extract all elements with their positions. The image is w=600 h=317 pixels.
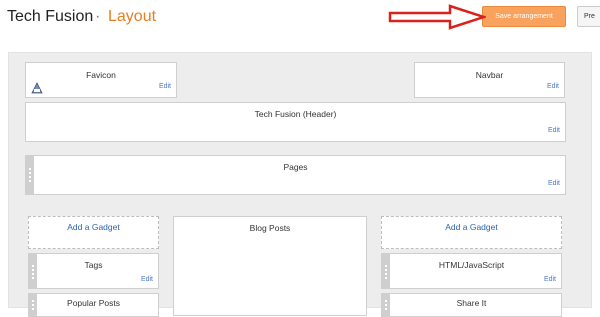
favicon-title: Favicon — [86, 70, 116, 80]
red-arrow-icon — [388, 4, 486, 30]
add-gadget-right-label: Add a Gadget — [445, 222, 498, 232]
share-it-widget[interactable]: Share It — [381, 293, 562, 317]
html-javascript-widget[interactable]: HTML/JavaScript Edit — [381, 253, 562, 289]
favicon-widget[interactable]: Favicon Edit — [25, 62, 177, 98]
header-edit-link[interactable]: Edit — [548, 127, 560, 134]
navbar-edit-link[interactable]: Edit — [547, 83, 559, 90]
popular-posts-title: Popular Posts — [67, 298, 120, 308]
navbar-widget[interactable]: Navbar Edit — [414, 62, 565, 98]
header-widget-title: Tech Fusion (Header) — [254, 109, 337, 119]
title-separator: · — [95, 8, 101, 25]
navbar-title: Navbar — [475, 70, 504, 80]
add-gadget-left-label: Add a Gadget — [67, 222, 120, 232]
pages-widget[interactable]: Pages Edit — [25, 155, 566, 195]
tags-edit-link[interactable]: Edit — [141, 276, 153, 283]
popular-posts-widget[interactable]: Popular Posts — [28, 293, 159, 317]
blog-posts-widget[interactable]: Blog Posts — [173, 216, 367, 316]
blog-posts-title: Blog Posts — [249, 223, 291, 233]
page-title: Layout — [108, 8, 157, 25]
tags-widget[interactable]: Tags Edit — [28, 253, 159, 289]
save-arrangement-button[interactable]: Save arrangement — [482, 6, 566, 27]
preview-button[interactable]: Pre — [577, 6, 600, 27]
html-javascript-title: HTML/JavaScript — [438, 260, 505, 270]
add-gadget-right[interactable]: Add a Gadget — [381, 216, 562, 249]
tags-widget-title: Tags — [84, 260, 103, 270]
add-gadget-left[interactable]: Add a Gadget — [28, 216, 159, 249]
blog-name[interactable]: Tech Fusion — [7, 8, 93, 26]
pages-widget-title: Pages — [283, 162, 308, 172]
header-widget[interactable]: Tech Fusion (Header) Edit — [25, 102, 566, 142]
favicon-edit-link[interactable]: Edit — [159, 83, 171, 90]
favicon-icon — [31, 82, 43, 94]
pages-edit-link[interactable]: Edit — [548, 180, 560, 187]
share-it-title: Share It — [456, 298, 487, 308]
html-javascript-edit-link[interactable]: Edit — [544, 276, 556, 283]
